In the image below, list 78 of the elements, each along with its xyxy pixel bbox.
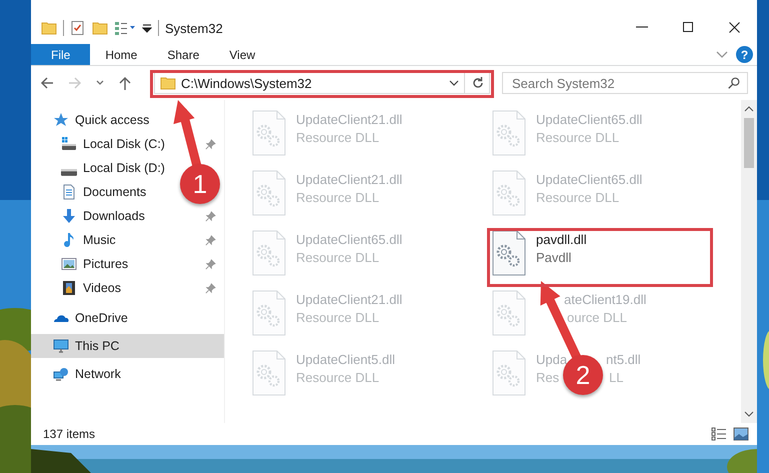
file-tab[interactable]: File: [31, 44, 90, 65]
nav-item[interactable]: Local Disk (D:): [61, 156, 165, 180]
file-name: UpdateClient65.dll: [536, 112, 642, 128]
pin-icon[interactable]: [205, 210, 216, 222]
close-icon: [728, 22, 740, 32]
search-field[interactable]: Search System32: [502, 72, 748, 94]
nav-item[interactable]: Downloads: [61, 204, 145, 228]
file-type: Resource DLL: [536, 130, 620, 146]
monitor-icon: [53, 338, 69, 354]
nav-item[interactable]: OneDrive: [31, 306, 224, 330]
file-name: UpdateClient21.dll: [296, 172, 402, 188]
file-type: Pavdll: [536, 250, 572, 266]
file-type: LL: [609, 370, 624, 385]
ribbon-tab[interactable]: Home: [90, 44, 152, 65]
file-type: ource DLL: [567, 310, 627, 325]
file-name: ateClient19.dll: [564, 292, 646, 307]
large-icons-view-icon[interactable]: [733, 427, 749, 441]
window-title: System32: [165, 20, 223, 36]
file-type: Resource DLL: [296, 310, 380, 326]
file-type: Res: [536, 370, 560, 385]
up-arrow-icon[interactable]: [117, 75, 133, 91]
address-path: C:\Windows\System32: [181, 76, 312, 90]
document-icon: [61, 184, 77, 200]
scroll-up-icon[interactable]: [744, 106, 754, 112]
help-button[interactable]: ?: [736, 46, 753, 63]
ribbon-tab[interactable]: Share: [152, 44, 214, 65]
file-name: UpdateClient65.dll: [296, 232, 402, 248]
drive-icon: [61, 169, 77, 176]
properties-icon[interactable]: [70, 20, 86, 36]
nav-item[interactable]: Network: [31, 362, 224, 386]
view-options-icon[interactable]: [114, 20, 136, 36]
film-icon: [61, 280, 77, 296]
pin-icon[interactable]: [205, 258, 216, 270]
maximize-icon: [683, 22, 693, 32]
file-name: UpdateClient21.dll: [296, 112, 402, 128]
folder-icon[interactable]: [41, 20, 57, 36]
expand-ribbon-icon[interactable]: [716, 50, 728, 58]
drive-icon: [61, 136, 77, 152]
ribbon-tab[interactable]: View: [214, 44, 270, 65]
file-name: UpdateClient65.dll: [536, 172, 642, 188]
nav-item[interactable]: Quick access: [31, 108, 224, 132]
customize-caret-icon[interactable]: [142, 23, 152, 33]
search-icon[interactable]: [727, 76, 741, 90]
address-bar[interactable]: C:\Windows\System32: [154, 72, 490, 94]
nav-item[interactable]: This PC: [31, 334, 224, 358]
back-arrow-icon[interactable]: [39, 75, 55, 91]
nav-item[interactable]: Videos: [61, 276, 121, 300]
dropdown-caret-icon[interactable]: [449, 78, 459, 88]
details-view-icon[interactable]: [711, 427, 727, 441]
forward-arrow-icon[interactable]: [67, 75, 83, 91]
vertical-scrollbar[interactable]: [741, 100, 757, 423]
network-icon: [53, 366, 69, 382]
star-icon: [53, 112, 69, 128]
item-count: 137 items: [43, 427, 96, 441]
scroll-down-icon[interactable]: [744, 411, 754, 417]
scroll-thumb[interactable]: [744, 118, 754, 168]
nav-item[interactable]: Documents: [61, 180, 146, 204]
file-type: Resource DLL: [536, 190, 620, 206]
minimize-icon: [636, 26, 648, 28]
new-folder-icon[interactable]: [92, 20, 108, 36]
file-type: Resource DLL: [296, 190, 380, 206]
file-name: nt5.dll: [606, 352, 641, 367]
file-name: UpdateClient5.dll: [296, 352, 396, 368]
pin-icon[interactable]: [205, 234, 216, 246]
file-name: UpdateClient21.dll: [296, 292, 402, 308]
dll-file-icon[interactable]: [491, 230, 527, 276]
nav-item[interactable]: Music: [61, 228, 116, 252]
folder-icon: [160, 75, 176, 91]
file-type: Resource DLL: [296, 130, 380, 146]
nav-item[interactable]: Pictures: [61, 252, 128, 276]
pin-icon[interactable]: [205, 282, 216, 294]
file-name: pavdll.dll: [536, 232, 587, 248]
download-arrow-icon: [61, 208, 77, 224]
pin-icon[interactable]: [205, 138, 216, 150]
nav-item[interactable]: Local Disk (C:): [61, 132, 165, 156]
pictures-icon: [61, 256, 77, 272]
file-type: Resource DLL: [296, 250, 380, 266]
file-type: Resource DLL: [296, 370, 380, 386]
